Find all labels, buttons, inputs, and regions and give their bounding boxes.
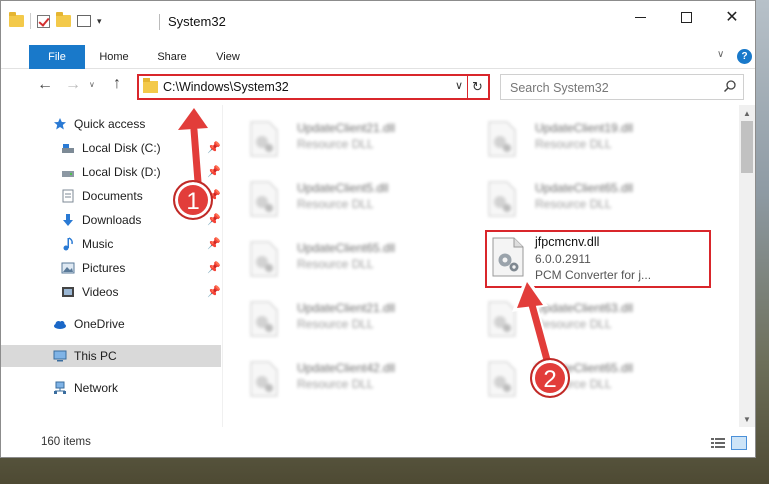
step-marker-1: 1 — [173, 180, 213, 220]
arrow-to-highlighted-file — [512, 275, 553, 366]
arrow-to-address-bar — [172, 102, 214, 188]
step-marker-2: 2 — [530, 358, 570, 398]
annotation-arrows — [172, 102, 553, 366]
